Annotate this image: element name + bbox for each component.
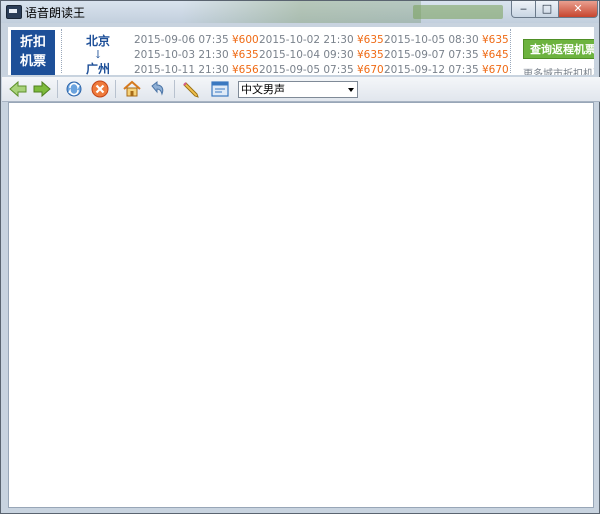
fare-date: 2015-09-07 07:35: [384, 49, 479, 61]
close-button[interactable]: ✕: [558, 1, 598, 18]
toolbar-separator: [174, 80, 175, 98]
fare-price: ¥635: [356, 34, 384, 46]
more-cities-link[interactable]: 更多城市折扣机票: [523, 65, 594, 75]
fare-date: 2015-10-02 21:30: [259, 34, 354, 46]
badge-line-1: 折扣: [19, 35, 46, 50]
fare-date: 2015-10-04 09:30: [259, 49, 354, 61]
window-title: 语音朗读王: [25, 6, 86, 20]
fare-date: 2015-10-03 21:30: [134, 49, 229, 61]
fare-item[interactable]: 2015-09-06 07:35 ¥600: [134, 34, 259, 46]
fare-item[interactable]: 2015-10-02 21:30 ¥635: [259, 34, 384, 46]
fare-date: 2015-09-12 07:35: [384, 64, 479, 75]
discount-ticket-badge[interactable]: 折扣 机票: [11, 30, 55, 75]
fare-item[interactable]: 2015-10-11 21:30 ¥656: [134, 64, 259, 75]
voice-select[interactable]: 中文男声: [238, 81, 358, 98]
minimize-button[interactable]: ‒: [511, 1, 536, 18]
refresh-icon[interactable]: [64, 80, 84, 98]
fare-price: ¥635: [231, 49, 259, 61]
fare-date: 2015-10-05 08:30: [384, 34, 479, 46]
title-bar[interactable]: 语音朗读王 ‒ □ ✕: [1, 1, 599, 23]
fare-item[interactable]: 2015-09-05 07:35 ¥670: [259, 64, 384, 75]
divider: [61, 29, 62, 73]
fare-date: 2015-09-05 07:35: [259, 64, 354, 75]
fare-price: ¥670: [481, 64, 509, 75]
maximize-button[interactable]: □: [535, 1, 559, 18]
fare-price: ¥656: [231, 64, 259, 75]
voice-select-value: 中文男声: [241, 83, 285, 96]
fare-price: ¥670: [356, 64, 384, 75]
fare-item[interactable]: 2015-09-07 07:35 ¥645: [384, 49, 509, 61]
fare-item[interactable]: 2015-10-03 21:30 ¥635: [134, 49, 259, 61]
back-icon[interactable]: [8, 80, 28, 98]
app-window: 语音朗读王 ‒ □ ✕ 折扣 机票 北京 ↓ 广州 2015-09-06 07:…: [0, 0, 600, 514]
stop-icon[interactable]: [90, 80, 110, 98]
pen-icon[interactable]: [182, 80, 202, 98]
badge-line-2: 机票: [19, 54, 46, 69]
undo-icon[interactable]: [147, 80, 167, 98]
route-to: 广州: [85, 62, 110, 75]
toolbar: 中文男声: [2, 77, 600, 102]
flight-ad-banner[interactable]: 折扣 机票 北京 ↓ 广州 2015-09-06 07:35 ¥600 2015…: [8, 27, 594, 75]
query-return-flight-button[interactable]: 查询返程机票: [523, 39, 594, 59]
fare-item[interactable]: 2015-10-04 09:30 ¥635: [259, 49, 384, 61]
route[interactable]: 北京 ↓ 广州: [68, 34, 128, 75]
title-bar-background-patch: [413, 5, 503, 19]
home-icon[interactable]: [122, 80, 142, 98]
route-from: 北京: [85, 34, 110, 48]
fare-item[interactable]: 2015-10-05 08:30 ¥635: [384, 34, 509, 46]
app-icon: [6, 5, 22, 19]
toolbar-separator: [115, 80, 116, 98]
fare-price: ¥635: [481, 34, 509, 46]
fare-item[interactable]: 2015-09-12 07:35 ¥670: [384, 64, 509, 75]
fare-price: ¥645: [481, 49, 509, 61]
window-icon[interactable]: [210, 80, 230, 98]
reading-text-area[interactable]: [8, 102, 594, 508]
fare-price: ¥635: [356, 49, 384, 61]
fare-date: 2015-10-11 21:30: [134, 64, 229, 75]
forward-icon[interactable]: [32, 80, 52, 98]
divider: [510, 29, 511, 73]
toolbar-separator: [57, 80, 58, 98]
fare-date: 2015-09-06 07:35: [134, 34, 229, 46]
chevron-down-icon: [348, 88, 354, 92]
title-bar-background: [121, 1, 421, 23]
fare-price: ¥600: [231, 34, 259, 46]
route-arrow: ↓: [93, 48, 103, 61]
